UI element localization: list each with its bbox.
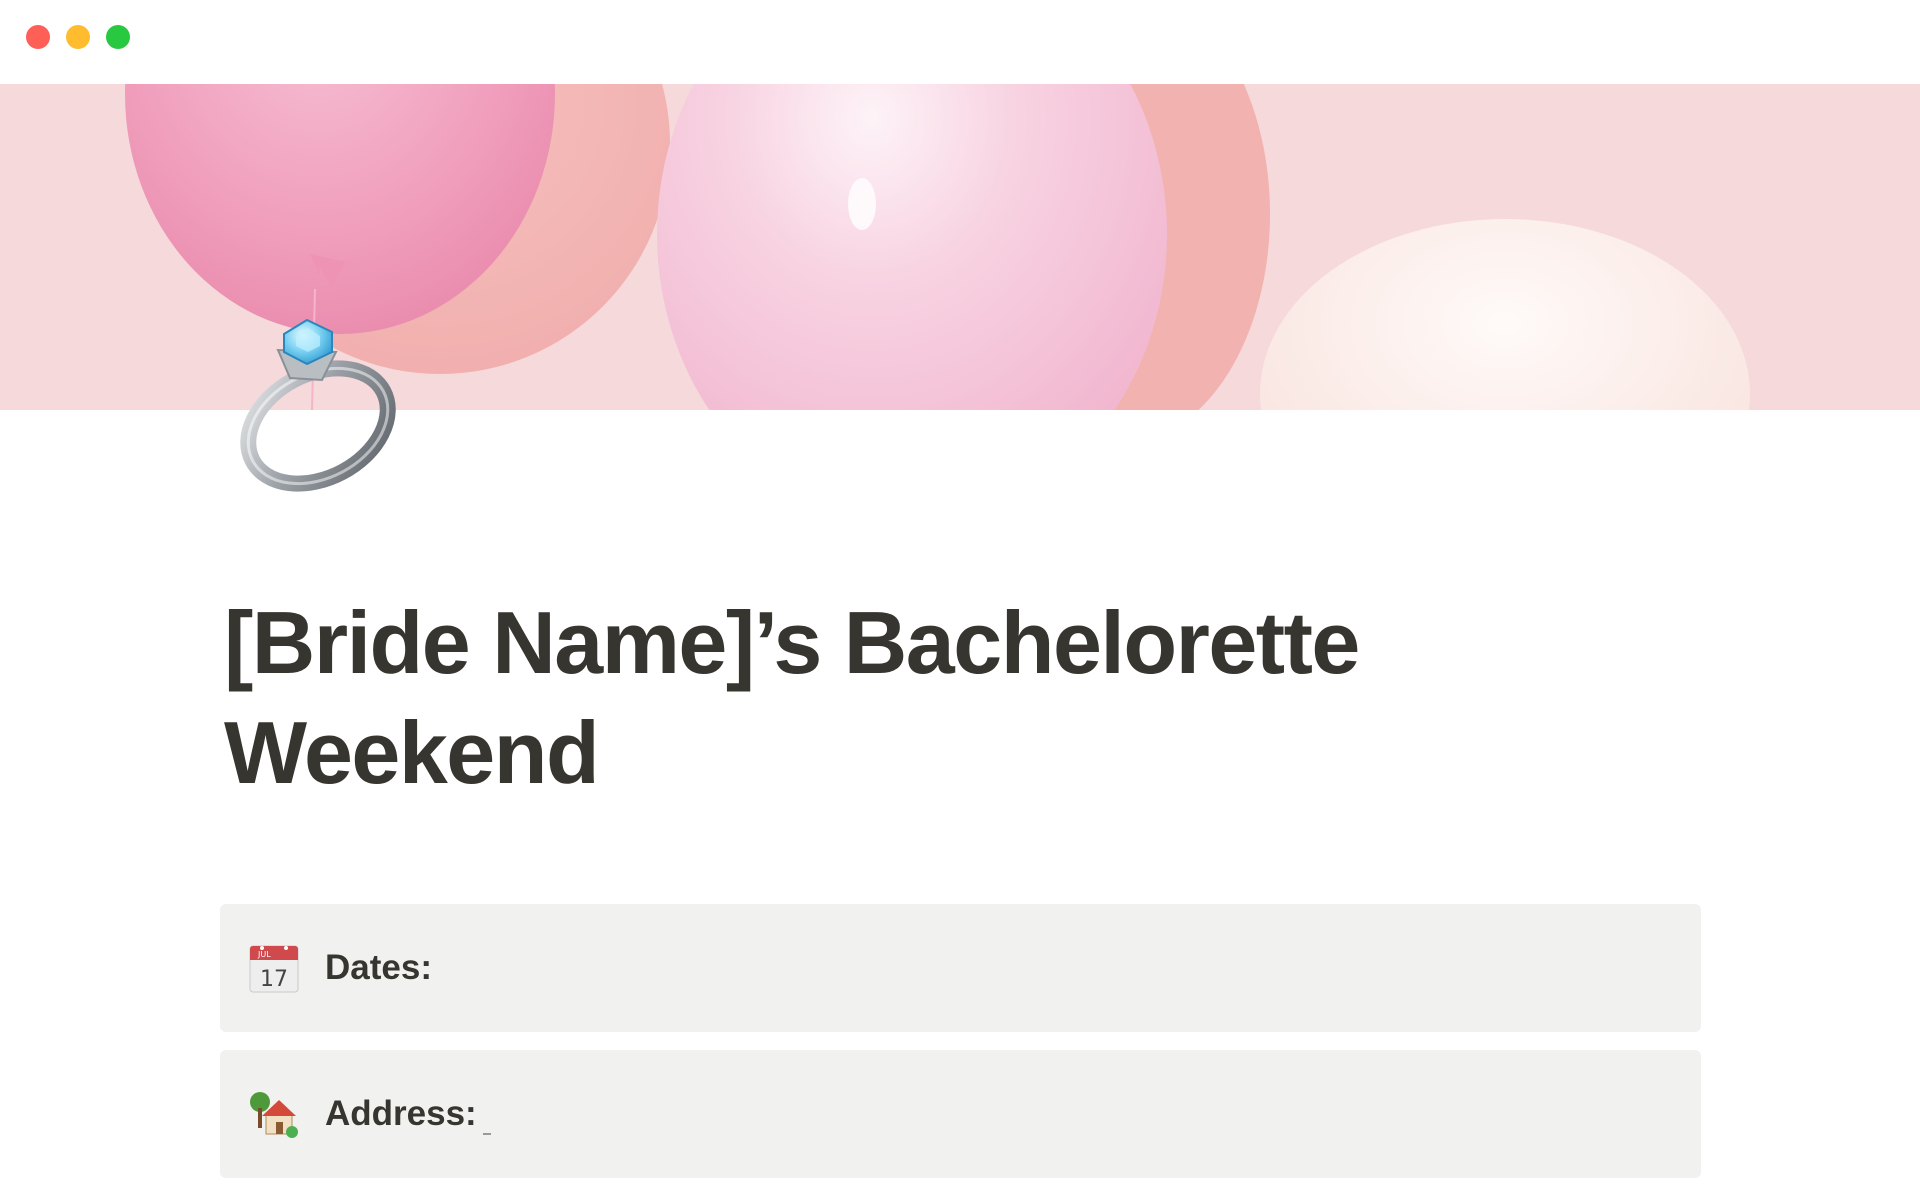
close-window-button[interactable] bbox=[26, 25, 50, 49]
window-titlebar bbox=[0, 0, 1920, 84]
minimize-window-button[interactable] bbox=[66, 25, 90, 49]
page-title[interactable]: [Bride Name]’s Bachelorette Weekend bbox=[224, 588, 1624, 808]
address-label-text: Address: bbox=[325, 1094, 477, 1133]
zoom-window-button[interactable] bbox=[106, 25, 130, 49]
house-with-garden-icon bbox=[248, 1088, 300, 1140]
calendar-icon: JUL 17 bbox=[248, 942, 300, 994]
svg-text:JUL: JUL bbox=[257, 950, 271, 959]
text-cursor bbox=[482, 1133, 491, 1135]
svg-text:17: 17 bbox=[260, 967, 288, 992]
dates-label-text: Dates: bbox=[325, 948, 432, 987]
address-label: Address: bbox=[325, 1092, 499, 1136]
dates-callout[interactable]: JUL 17 Dates: bbox=[220, 904, 1701, 1032]
address-callout[interactable]: Address: bbox=[220, 1050, 1701, 1178]
ring-icon[interactable] bbox=[228, 308, 408, 498]
app-window: [Bride Name]’s Bachelorette Weekend JUL … bbox=[0, 0, 1920, 1200]
dates-label: Dates: bbox=[325, 946, 440, 990]
